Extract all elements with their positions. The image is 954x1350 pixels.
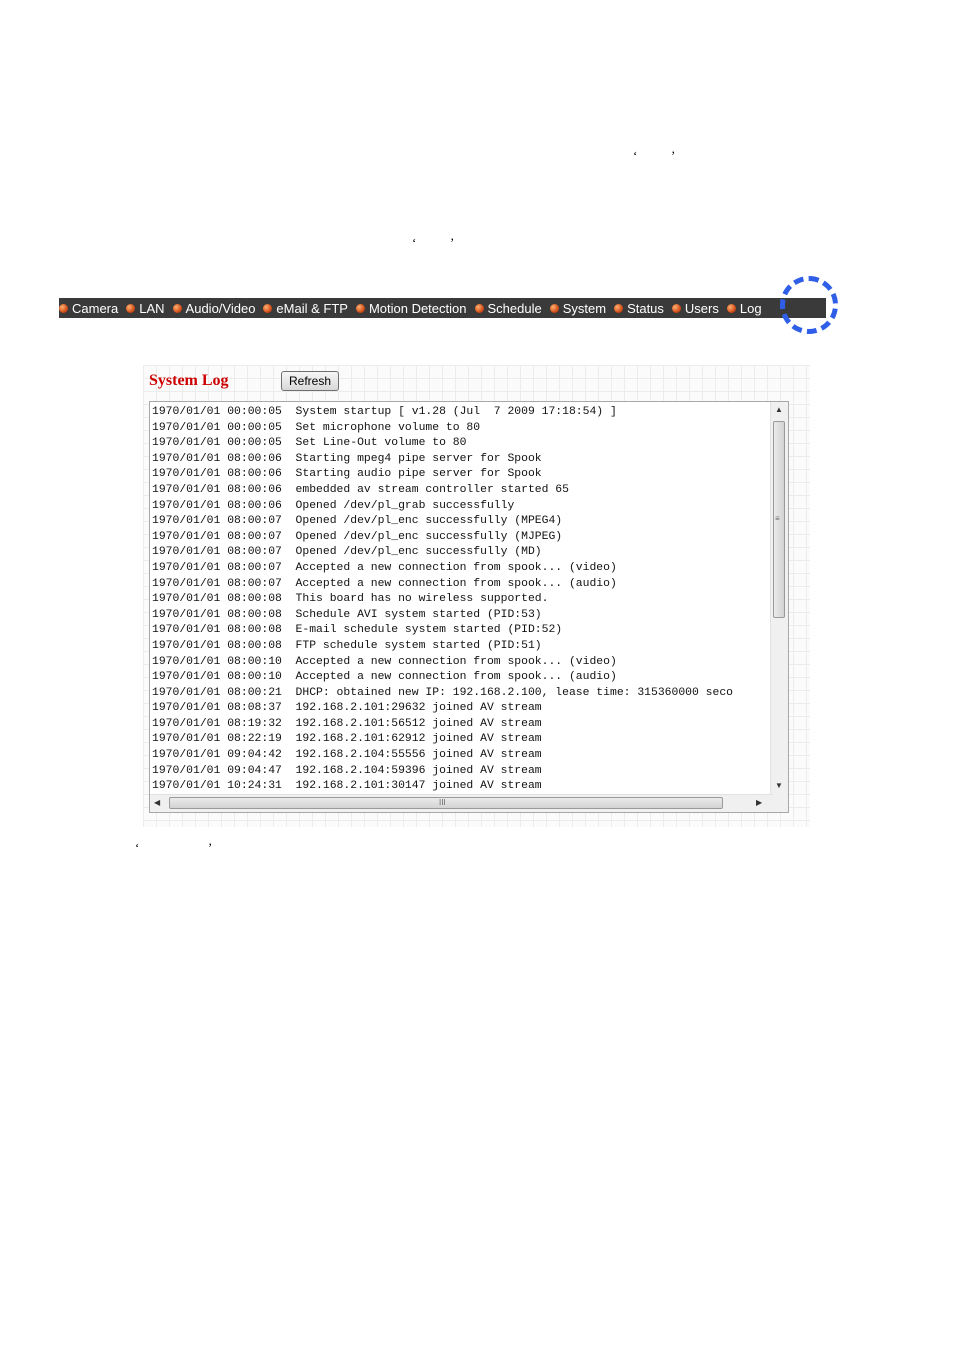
bullet-icon xyxy=(355,303,365,313)
bullet-icon xyxy=(549,303,559,313)
bullet-icon xyxy=(263,303,273,313)
nav-item-label: Camera xyxy=(72,300,119,316)
log-line: 1970/01/01 08:00:06 Starting mpeg4 pipe … xyxy=(152,452,542,465)
log-textarea[interactable]: 1970/01/01 00:00:05 System startup [ v1.… xyxy=(149,401,789,813)
log-line: 1970/01/01 08:00:08 FTP schedule system … xyxy=(152,639,542,652)
log-line: 1970/01/01 08:00:08 Schedule AVI system … xyxy=(152,608,542,621)
log-line: 1970/01/01 00:00:05 Set Line-Out volume … xyxy=(152,437,467,450)
scroll-corner xyxy=(771,795,788,812)
page-title: System Log xyxy=(149,372,229,389)
bullet-icon xyxy=(126,303,136,313)
vertical-scroll-thumb[interactable]: ≡ xyxy=(773,421,785,618)
nav-item-label: Status xyxy=(627,300,664,316)
nav-item-status[interactable]: Status xyxy=(614,301,664,316)
scroll-left-icon[interactable]: ◀ xyxy=(154,799,160,807)
refresh-button[interactable]: Refresh xyxy=(281,371,339,391)
log-line: 1970/01/01 08:00:10 Accepted a new conne… xyxy=(152,671,617,684)
bullet-icon xyxy=(614,303,624,313)
nav-item-label: LAN xyxy=(139,300,165,316)
nav-item-email-ftp[interactable]: eMail & FTP xyxy=(263,301,348,316)
scroll-up-icon[interactable]: ▲ xyxy=(775,406,783,414)
log-line: 1970/01/01 08:00:07 Opened /dev/pl_enc s… xyxy=(152,530,563,543)
horizontal-scrollbar[interactable]: ◀ III ▶ xyxy=(150,794,773,812)
bullet-icon xyxy=(172,303,182,313)
log-line: 1970/01/01 00:00:05 System startup [ v1.… xyxy=(152,406,617,418)
bullet-icon xyxy=(726,303,736,313)
log-line: 1970/01/01 08:00:21 DHCP: obtained new I… xyxy=(152,686,734,699)
log-line: 1970/01/01 08:19:32 192.168.2.101:56512 … xyxy=(152,717,542,730)
log-content: 1970/01/01 00:00:05 System startup [ v1.… xyxy=(152,405,770,793)
log-line: 1970/01/01 08:00:07 Accepted a new conne… xyxy=(152,577,617,590)
scroll-down-icon[interactable]: ▼ xyxy=(775,782,783,790)
nav-item-camera[interactable]: Camera xyxy=(59,301,118,316)
nav-bar: Camera LAN Audio/Video eMail & FTP Motio… xyxy=(59,298,826,318)
nav-item-audio-video[interactable]: Audio/Video xyxy=(172,300,256,316)
log-line: 1970/01/01 08:08:37 192.168.2.101:29632 … xyxy=(152,702,542,715)
bullet-icon xyxy=(59,303,68,313)
quote-open-1: ‘ xyxy=(633,148,638,163)
nav-item-system[interactable]: System xyxy=(549,300,607,316)
grip-icon: III xyxy=(439,798,446,807)
nav-item-label: Audio/Video xyxy=(185,300,256,316)
log-line: 1970/01/01 08:00:06 embedded av stream c… xyxy=(152,483,569,496)
bullet-icon xyxy=(474,303,484,313)
log-line: 1970/01/01 08:00:07 Accepted a new conne… xyxy=(152,561,617,574)
log-line: 1970/01/01 08:22:19 192.168.2.101:62912 … xyxy=(152,733,542,746)
horizontal-scroll-thumb[interactable]: III xyxy=(169,797,723,809)
log-line: 1970/01/01 08:00:06 Starting audio pipe … xyxy=(152,468,542,481)
log-line: 1970/01/01 08:00:07 Opened /dev/pl_enc s… xyxy=(152,515,563,528)
log-line: 1970/01/01 10:24:31 192.168.2.101:30147 … xyxy=(152,780,542,793)
quote-close-3: ’ xyxy=(208,840,213,855)
nav-item-label: Motion Detection xyxy=(368,300,467,316)
quote-open-3: ‘ xyxy=(135,840,140,855)
nav-item-label: Schedule xyxy=(487,300,542,316)
nav-item-label: System xyxy=(562,300,607,316)
system-log-panel: System Log Refresh 1970/01/01 00:00:05 S… xyxy=(143,365,810,827)
nav-item-users[interactable]: Users xyxy=(671,300,719,316)
nav-item-lan[interactable]: LAN xyxy=(126,300,165,316)
scroll-right-icon[interactable]: ▶ xyxy=(756,799,762,807)
log-line: 1970/01/01 09:04:47 192.168.2.104:59396 … xyxy=(152,764,542,777)
vertical-scrollbar[interactable]: ▲ ≡ ▼ xyxy=(770,402,788,795)
quote-open-2: ‘ xyxy=(412,235,417,250)
log-line: 1970/01/01 08:00:08 E-mail schedule syst… xyxy=(152,624,563,637)
nav-item-motion-detection[interactable]: Motion Detection xyxy=(355,300,467,316)
quote-close-1: ’ xyxy=(671,148,676,163)
log-line: 1970/01/01 09:04:42 192.168.2.104:55556 … xyxy=(152,749,542,762)
nav-item-schedule[interactable]: Schedule xyxy=(474,300,542,316)
bullet-icon xyxy=(671,303,681,313)
log-line: 1970/01/01 00:00:05 Set microphone volum… xyxy=(152,421,481,434)
log-line: 1970/01/01 08:00:10 Accepted a new conne… xyxy=(152,655,617,668)
log-line: 1970/01/01 08:00:06 Opened /dev/pl_grab … xyxy=(152,499,515,512)
quote-close-2: ’ xyxy=(450,235,455,250)
log-line: 1970/01/01 08:00:08 This board has no wi… xyxy=(152,593,549,606)
highlight-circle xyxy=(780,276,838,334)
nav-item-label: Users xyxy=(684,300,719,316)
nav-item-label: eMail & FTP xyxy=(276,300,348,316)
nav-item-label: Log xyxy=(739,300,762,316)
nav-item-log[interactable]: Log xyxy=(726,300,762,316)
grip-icon: ≡ xyxy=(775,514,780,523)
log-line: 1970/01/01 08:00:07 Opened /dev/pl_enc s… xyxy=(152,546,542,559)
